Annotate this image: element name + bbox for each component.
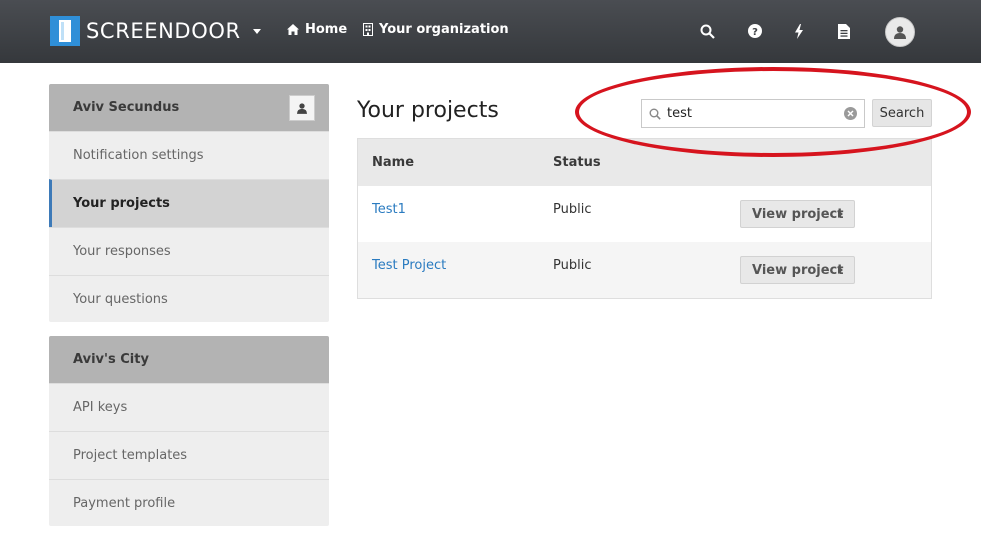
top-navbar: SCREENDOOR Home Your organization ?: [0, 0, 981, 63]
nav-organization-link[interactable]: Your organization: [363, 22, 509, 37]
brand-menu[interactable]: SCREENDOOR: [50, 16, 261, 46]
column-header-name: Name: [372, 155, 415, 170]
table-row: Test1 Public View project: [358, 186, 931, 242]
search-button[interactable]: Search: [872, 99, 932, 127]
sidebar-item-api-keys[interactable]: API keys: [49, 383, 329, 431]
sidebar-account-panel: Aviv Secundus Notification settings Your…: [49, 84, 329, 322]
nav-home-label: Home: [305, 22, 348, 37]
nav-organization-label: Your organization: [379, 22, 509, 37]
project-status: Public: [553, 202, 592, 217]
sidebar-item-your-questions[interactable]: Your questions: [49, 275, 329, 322]
view-project-button[interactable]: View project: [740, 200, 855, 228]
search-input[interactable]: [667, 106, 837, 121]
search-icon[interactable]: [698, 22, 716, 40]
table-row: Test Project Public View project: [358, 242, 931, 298]
table-header: Name Status: [358, 139, 931, 186]
caret-down-icon: [252, 28, 261, 34]
sidebar-item-your-responses[interactable]: Your responses: [49, 227, 329, 275]
search-field-icon: [649, 108, 661, 120]
column-header-status: Status: [553, 155, 601, 170]
sidebar-account-header: Aviv Secundus: [49, 84, 329, 131]
sidebar-account-title: Aviv Secundus: [73, 100, 180, 115]
sidebar-organization-panel: Aviv's City API keys Project templates P…: [49, 336, 329, 526]
building-icon: [363, 23, 373, 36]
projects-table: Name Status Test1 Public View project Te…: [357, 138, 932, 299]
view-project-button[interactable]: View project: [740, 256, 855, 284]
svg-text:?: ?: [752, 27, 758, 38]
project-link[interactable]: Test Project: [372, 258, 446, 273]
sidebar-item-notification-settings[interactable]: Notification settings: [49, 131, 329, 179]
project-status: Public: [553, 258, 592, 273]
chevron-right-icon: [838, 266, 843, 274]
page-title: Your projects: [357, 98, 499, 123]
chevron-right-icon: [838, 210, 843, 218]
sidebar-organization-title: Aviv's City: [73, 352, 149, 367]
home-icon: [287, 24, 299, 35]
view-project-label: View project: [752, 262, 844, 278]
document-icon[interactable]: [835, 22, 853, 40]
sidebar-organization-header: Aviv's City: [49, 336, 329, 383]
help-icon[interactable]: ?: [746, 22, 764, 40]
sidebar-item-project-templates[interactable]: Project templates: [49, 431, 329, 479]
view-project-label: View project: [752, 206, 844, 222]
bolt-icon[interactable]: [790, 22, 808, 40]
clear-search-icon[interactable]: [844, 107, 857, 120]
user-avatar-icon[interactable]: [885, 17, 915, 47]
sidebar-item-payment-profile[interactable]: Payment profile: [49, 479, 329, 526]
user-icon[interactable]: [289, 95, 315, 121]
nav-home-link[interactable]: Home: [287, 22, 347, 37]
screendoor-logo-icon: [50, 16, 80, 46]
project-link[interactable]: Test1: [372, 202, 406, 217]
sidebar-item-your-projects[interactable]: Your projects: [49, 179, 329, 227]
brand-name: SCREENDOOR: [86, 19, 241, 43]
search-box: [641, 99, 865, 128]
